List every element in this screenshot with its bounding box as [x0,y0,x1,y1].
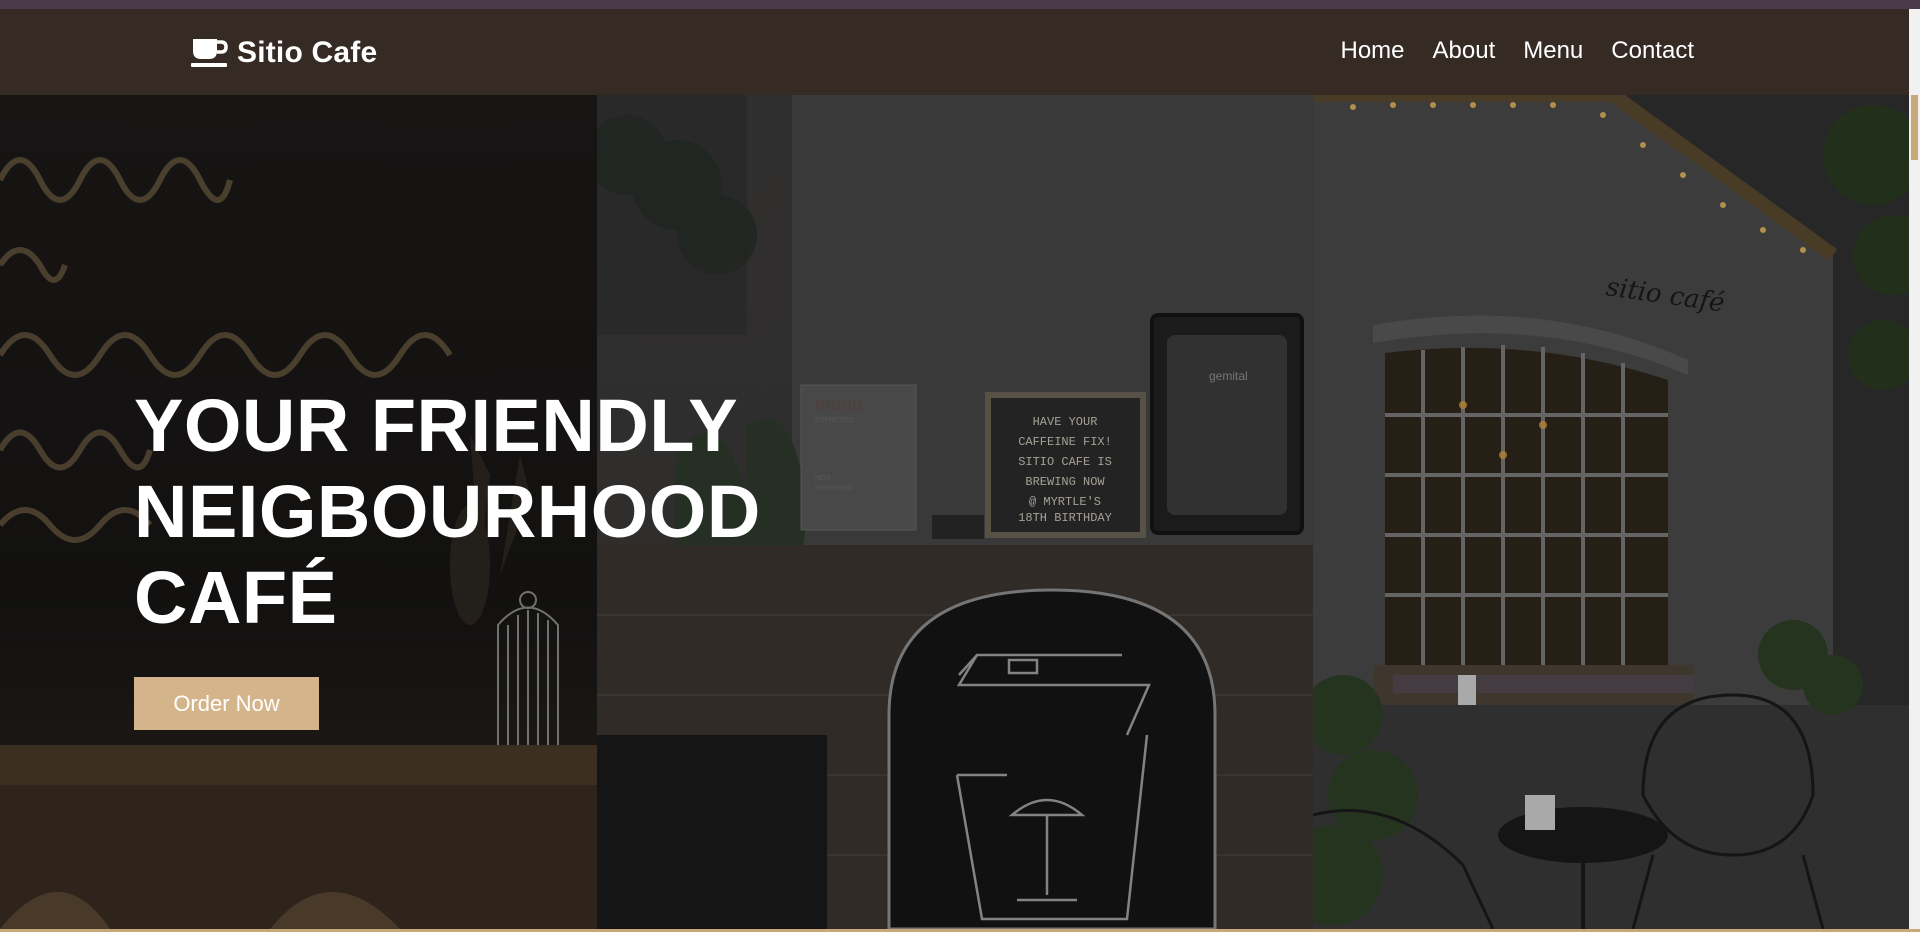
hero-section: menu ESPRESSO NON ESPRESSO HAVE YOUR CAF… [0,95,1909,929]
hero-title: YOUR FRIENDLY NEIGBOURHOOD CAFÉ [134,383,834,641]
nav-link-about[interactable]: About [1433,37,1496,65]
nav-link-home[interactable]: Home [1340,37,1404,65]
hero-title-line-3: CAFÉ [134,556,338,639]
hero-title-line-1: YOUR FRIENDLY [134,384,739,467]
scrollbar-thumb[interactable] [1911,95,1918,160]
navbar: Sitio Cafe Home About Menu Contact [0,9,1909,95]
brand-name: Sitio Cafe [237,36,378,69]
hero-title-line-2: NEIGBOURHOOD [134,470,761,553]
brand-logo[interactable]: Sitio Cafe [191,33,377,73]
coffee-cup-icon [191,39,228,67]
nav-menu: Home About Menu Contact [1340,37,1694,65]
window-top-strip [0,0,1920,9]
nav-link-menu[interactable]: Menu [1523,37,1583,65]
order-now-button[interactable]: Order Now [134,677,319,730]
page-scrollbar[interactable] [1909,9,1920,929]
nav-link-contact[interactable]: Contact [1611,37,1694,65]
